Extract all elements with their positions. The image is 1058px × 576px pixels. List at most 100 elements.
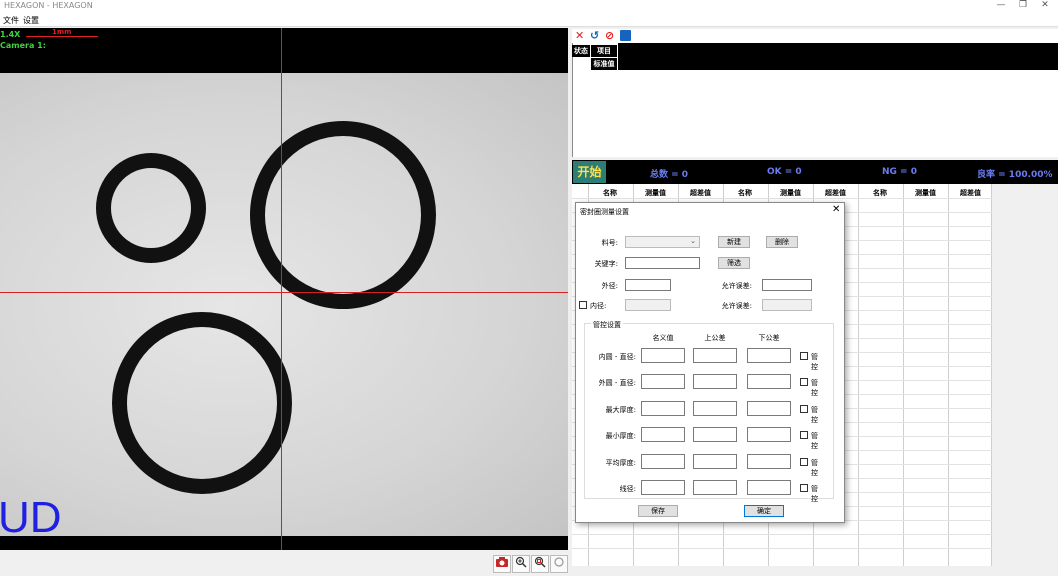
control-label: 管控 — [811, 353, 818, 371]
lower-input[interactable] — [747, 480, 791, 495]
save-button[interactable]: 保存 — [638, 505, 678, 517]
control-checkbox[interactable] — [800, 484, 808, 492]
upper-input[interactable] — [693, 480, 737, 495]
scale-bar — [26, 36, 98, 37]
upper-input[interactable] — [693, 427, 737, 442]
upper-input[interactable] — [693, 401, 737, 416]
col-name-2: 名称 — [738, 189, 752, 197]
control-label: 管控 — [811, 379, 818, 397]
row-label: 内圆 - 直径: — [598, 353, 636, 361]
col-name-3: 名称 — [873, 189, 887, 197]
dialog-close-button[interactable]: ✕ — [832, 204, 840, 215]
row-label: 外圆 - 直径: — [598, 379, 636, 387]
inner-diameter-label: 内径: — [590, 302, 607, 310]
window-controls: — ❐ ✕ — [990, 0, 1056, 10]
nominal-input[interactable] — [641, 374, 685, 389]
delete-icon[interactable]: ✕ — [575, 29, 584, 42]
restore-button[interactable]: ❐ — [1012, 0, 1034, 10]
lower-input[interactable] — [747, 427, 791, 442]
ok-count: OK = 0 — [767, 167, 802, 177]
control-checkbox[interactable] — [800, 405, 808, 413]
zoom-in-icon — [515, 556, 527, 568]
ng-count: NG = 0 — [882, 167, 917, 177]
outer-tolerance-input[interactable] — [762, 279, 812, 291]
upper-input[interactable] — [693, 374, 737, 389]
row-label: 最小厚度: — [605, 432, 636, 440]
camera-capture-button[interactable] — [493, 555, 511, 573]
undo-icon[interactable]: ↺ — [590, 29, 599, 42]
camera-image — [0, 73, 568, 536]
confirm-button[interactable]: 确定 — [744, 505, 784, 517]
refresh-button[interactable] — [550, 555, 568, 573]
lower-input[interactable] — [747, 374, 791, 389]
control-checkbox[interactable] — [800, 431, 808, 439]
yield-rate: 良率 = 100.00% — [977, 170, 1053, 180]
camera-toolbar — [493, 555, 569, 573]
keyword-label: 关键字: — [594, 260, 618, 268]
large-ring-bottom — [112, 312, 292, 494]
control-checkbox[interactable] — [800, 458, 808, 466]
overlay-text: UD — [0, 493, 62, 542]
nominal-input[interactable] — [641, 401, 685, 416]
col-measured-3: 测量值 — [915, 189, 936, 197]
nominal-input[interactable] — [641, 427, 685, 442]
menu-file[interactable]: 文件 — [3, 15, 19, 26]
inner-tolerance-input[interactable] — [762, 299, 812, 311]
header-status: 状态 — [572, 45, 590, 57]
small-ring — [96, 153, 206, 263]
row-label: 平均厚度: — [605, 459, 636, 467]
row-label: 线径: — [619, 485, 636, 493]
zoom-fit-button[interactable] — [531, 555, 549, 573]
lower-input[interactable] — [747, 401, 791, 416]
close-button[interactable]: ✕ — [1034, 0, 1056, 10]
col-name-1: 名称 — [603, 189, 617, 197]
upper-input[interactable] — [693, 348, 737, 363]
material-select[interactable]: ⌄ — [625, 236, 700, 248]
camera-view[interactable]: 1.4X Camera 1: 1mm UD — [0, 28, 568, 550]
keyword-input[interactable] — [625, 257, 700, 269]
outer-tolerance-label: 允许误差: — [721, 282, 752, 290]
control-label: 管控 — [811, 432, 818, 450]
inner-tolerance-label: 允许误差: — [721, 302, 752, 310]
delete-button[interactable]: 删除 — [766, 236, 798, 248]
upper-input[interactable] — [693, 454, 737, 469]
zoom-fit-icon — [534, 556, 546, 568]
menu-settings[interactable]: 设置 — [23, 15, 39, 26]
control-settings-title: 管控设置 — [591, 320, 623, 330]
zoom-level: 1.4X — [0, 30, 21, 39]
zoom-in-button[interactable] — [512, 555, 530, 573]
col-deviation-3: 超差值 — [960, 189, 981, 197]
large-ring-right — [250, 121, 436, 309]
nominal-input[interactable] — [641, 454, 685, 469]
camera-label: Camera 1: — [0, 41, 46, 50]
window-titlebar: HEXAGON - HEXAGON — ❐ ✕ — [0, 0, 1058, 13]
header-standard: 标准值 — [591, 58, 617, 70]
control-label: 管控 — [811, 485, 818, 503]
control-checkbox[interactable] — [800, 352, 808, 360]
col-deviation-1: 超差值 — [690, 189, 711, 197]
control-checkbox[interactable] — [800, 378, 808, 386]
dialog-title: 密封圈测量设置 — [580, 208, 629, 216]
nominal-input[interactable] — [641, 480, 685, 495]
settings-icon[interactable] — [620, 30, 631, 41]
forbid-icon[interactable]: ⊘ — [605, 29, 614, 42]
outer-diameter-input[interactable] — [625, 279, 671, 291]
col-measured-1: 测量值 — [645, 189, 666, 197]
filter-button[interactable]: 筛选 — [718, 257, 750, 269]
control-label: 管控 — [811, 406, 818, 424]
inner-diameter-input[interactable] — [625, 299, 671, 311]
lower-input[interactable] — [747, 348, 791, 363]
outer-diameter-label: 外径: — [601, 282, 618, 290]
col-lower-tolerance: 下公差 — [758, 334, 780, 342]
lower-input[interactable] — [747, 454, 791, 469]
scale-label: 1mm — [52, 28, 72, 36]
inner-diameter-checkbox[interactable] — [579, 301, 587, 309]
row-label: 最大厚度: — [605, 406, 636, 414]
start-button[interactable]: 开始 — [573, 161, 606, 183]
control-label: 管控 — [811, 459, 818, 477]
minimize-button[interactable]: — — [990, 0, 1012, 10]
new-button[interactable]: 新建 — [718, 236, 750, 248]
nominal-input[interactable] — [641, 348, 685, 363]
col-measured-2: 测量值 — [780, 189, 801, 197]
total-count: 总数 = 0 — [650, 170, 689, 180]
